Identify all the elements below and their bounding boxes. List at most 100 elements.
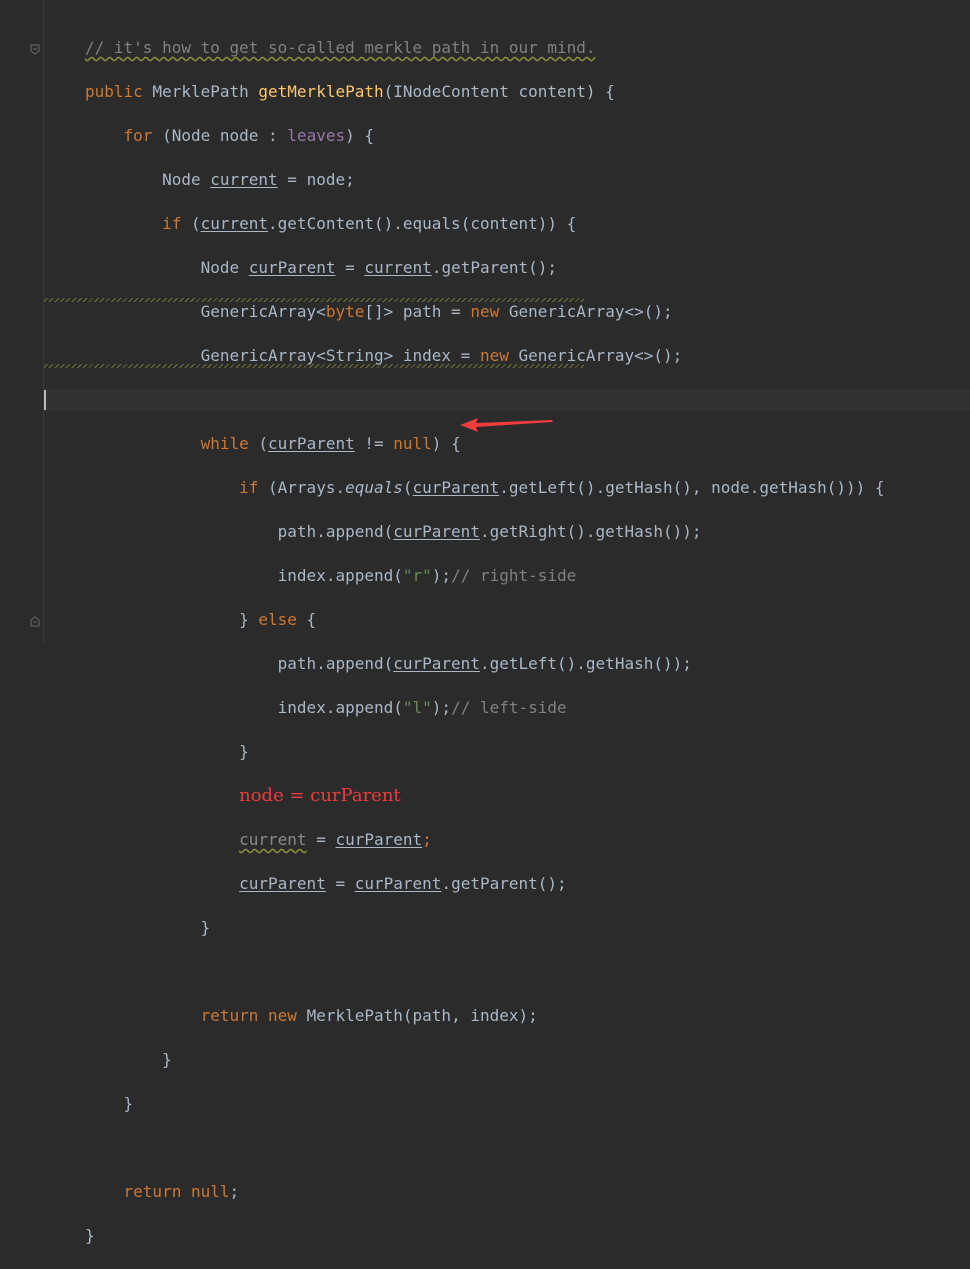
- code-line-12: path.append(curParent.getRight().getHash…: [85, 521, 885, 543]
- keyword: new: [479, 346, 509, 365]
- code-token: ) {: [345, 126, 374, 145]
- code-token: }: [85, 1226, 95, 1245]
- code-token: =: [306, 830, 336, 849]
- code-line-19: current = curParent;: [85, 829, 885, 851]
- code-token: .getParent();: [431, 258, 558, 277]
- code-token: Node: [162, 170, 211, 189]
- code-token: index.append(: [277, 566, 403, 585]
- code-token: (: [181, 214, 201, 233]
- code-token: Node: [200, 258, 249, 277]
- variable: curParent: [268, 434, 355, 453]
- code-token: }: [239, 742, 249, 761]
- code-line-2: public MerklePath getMerklePath(INodeCon…: [85, 81, 885, 103]
- code-token: );: [431, 566, 452, 585]
- keyword: new: [470, 302, 500, 321]
- keyword: else: [258, 610, 297, 629]
- code-token: }: [239, 610, 259, 629]
- code-line-3: for (Node node : leaves) {: [85, 125, 885, 147]
- code-line-25: }: [85, 1093, 885, 1115]
- keyword: return: [123, 1182, 182, 1201]
- handwritten-annotation: node = curParent: [239, 785, 401, 806]
- keyword: if: [239, 478, 259, 497]
- comment: // left-side: [451, 698, 567, 717]
- variable: curParent: [412, 478, 500, 497]
- string-literal: "r": [402, 566, 432, 585]
- code-token: (Arrays.: [258, 478, 346, 497]
- editor-gutter: [0, 0, 44, 645]
- code-line-4: Node current = node;: [85, 169, 885, 191]
- code-token: (INodeContent content) {: [383, 82, 615, 101]
- code-line-16: index.append("l");// left-side: [85, 697, 885, 719]
- red-arrow-icon: [458, 415, 558, 439]
- variable: curParent: [354, 874, 442, 893]
- code-token: GenericArray<: [200, 302, 326, 321]
- code-token: .getRight().getHash());: [479, 522, 702, 541]
- field-name: leaves: [287, 126, 346, 145]
- code-token: GenericArray<>();: [499, 302, 673, 321]
- code-token: .getParent();: [441, 874, 567, 893]
- keyword: for: [123, 126, 153, 145]
- code-token: }: [162, 1050, 172, 1069]
- code-token: path.append(: [277, 654, 394, 673]
- keyword: byte: [325, 302, 365, 321]
- code-token: {: [296, 610, 317, 629]
- code-token: =: [335, 258, 365, 277]
- code-line-18: node = curParent: [85, 785, 885, 807]
- code-token: );: [431, 698, 452, 717]
- variable: curParent: [393, 654, 480, 673]
- variable: curParent: [335, 830, 423, 849]
- code-token: GenericArray<String> index =: [200, 346, 480, 365]
- code-token: GenericArray<>();: [508, 346, 683, 365]
- fold-close-icon[interactable]: [30, 616, 40, 627]
- method-name: getMerklePath: [258, 82, 384, 101]
- variable: current: [239, 830, 307, 849]
- static-method: equals: [345, 478, 403, 497]
- code-line-5: if (current.getContent().equals(content)…: [85, 213, 885, 235]
- variable: curParent: [393, 522, 480, 541]
- comment: // right-side: [451, 566, 577, 585]
- code-token: MerklePath(path, index);: [296, 1006, 538, 1025]
- code-token: .getLeft().getHash(), node.getHash())) {: [499, 478, 885, 497]
- code-line-21: }: [85, 917, 885, 939]
- code-token: = node;: [277, 170, 355, 189]
- code-line-23: return new MerklePath(path, index);: [85, 1005, 885, 1027]
- keyword: while: [200, 434, 249, 453]
- code-token: (: [248, 434, 269, 453]
- code-token: =: [325, 874, 355, 893]
- code-line-17: }: [85, 741, 885, 763]
- fold-open-icon[interactable]: [30, 44, 40, 55]
- code-line-11: if (Arrays.equals(curParent.getLeft().ge…: [85, 477, 885, 499]
- keyword: return: [200, 1006, 259, 1025]
- string-literal: "l": [402, 698, 432, 717]
- code-token: ;: [422, 830, 432, 849]
- keyword: public: [85, 82, 143, 101]
- code-token: []> path =: [364, 302, 471, 321]
- code-token: }: [200, 918, 211, 937]
- code-token: ) {: [431, 434, 461, 453]
- comment: // it's how to get so-called merkle path…: [85, 38, 596, 57]
- code-line-8: GenericArray<String> index = new Generic…: [85, 345, 885, 367]
- code-token: .getLeft().getHash());: [479, 654, 692, 673]
- code-line-27: return null;: [85, 1181, 885, 1203]
- code-token: }: [123, 1094, 134, 1113]
- code-editor[interactable]: // it's how to get so-called merkle path…: [85, 15, 885, 1269]
- code-token: (Node node :: [152, 126, 288, 145]
- code-token: (: [402, 478, 413, 497]
- variable: curParent: [239, 874, 326, 893]
- code-token: path.append(: [277, 522, 394, 541]
- code-token: MerklePath: [142, 82, 259, 101]
- code-token: index.append(: [277, 698, 403, 717]
- keyword: if: [162, 214, 182, 233]
- code-line-14: } else {: [85, 609, 885, 631]
- keyword: new: [268, 1006, 297, 1025]
- variable: current: [210, 170, 278, 189]
- code-line-20: curParent = curParent.getParent();: [85, 873, 885, 895]
- variable: current: [200, 214, 269, 233]
- variable: curParent: [248, 258, 336, 277]
- code-token: !=: [354, 434, 394, 453]
- code-line-15: path.append(curParent.getLeft().getHash(…: [85, 653, 885, 675]
